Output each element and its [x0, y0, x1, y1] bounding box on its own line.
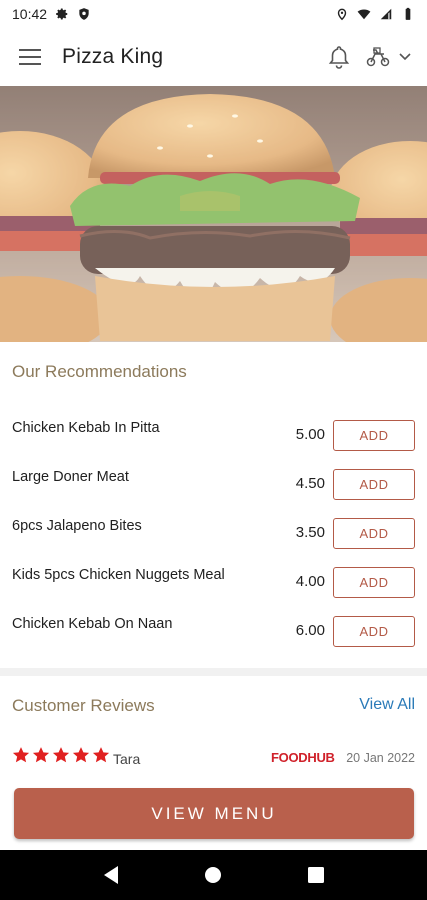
app-bar: Pizza King [0, 28, 427, 86]
item-name: 6pcs Jalapeno Bites [12, 518, 142, 534]
item-name: Large Doner Meat [12, 469, 129, 485]
wifi-icon [357, 7, 371, 21]
status-time: 10:42 [12, 6, 48, 22]
delivery-icon [365, 46, 391, 68]
recommendation-item: Chicken Kebab In Pitta 5.00 ADD [0, 420, 427, 454]
item-price: 6.00 [295, 622, 325, 639]
location-icon [335, 7, 349, 21]
star-icon [12, 747, 30, 763]
add-button[interactable]: ADD [333, 616, 415, 647]
home-icon[interactable] [198, 860, 228, 890]
star-icon [72, 747, 90, 763]
item-name: Kids 5pcs Chicken Nuggets Meal [12, 567, 225, 583]
add-button[interactable]: ADD [333, 420, 415, 451]
section-divider [0, 668, 427, 676]
reviews-title: Customer Reviews [12, 696, 155, 715]
add-button[interactable]: ADD [333, 567, 415, 598]
star-icon [52, 747, 70, 763]
star-icon [92, 747, 110, 763]
chevron-down-icon [399, 53, 411, 61]
add-button[interactable]: ADD [333, 518, 415, 549]
customer-reviews-section: Customer Reviews View All Tara FOODHUB 2… [0, 676, 427, 788]
item-price: 4.50 [295, 475, 325, 492]
item-price: 4.00 [295, 573, 325, 590]
reviewer-name: Tara [113, 751, 141, 767]
bell-icon[interactable] [327, 44, 351, 70]
item-price: 3.50 [295, 524, 325, 541]
star-icon [32, 747, 50, 763]
recommendations-section: Our Recommendations Chicken Kebab In Pit… [0, 342, 427, 668]
delivery-mode-selector[interactable] [365, 46, 411, 68]
view-all-link[interactable]: View All [359, 696, 415, 714]
view-menu-button[interactable]: VIEW MENU [14, 788, 414, 839]
item-price: 5.00 [295, 426, 325, 443]
item-name: Chicken Kebab On Naan [12, 616, 173, 632]
recents-icon[interactable] [301, 860, 331, 890]
back-icon[interactable] [96, 860, 126, 890]
item-name: Chicken Kebab In Pitta [12, 420, 160, 436]
hero-image [0, 86, 427, 342]
foodhub-logo: FOODHUB [271, 750, 335, 765]
page-title: Pizza King [62, 45, 164, 68]
recommendation-item: Chicken Kebab On Naan 6.00 ADD [0, 616, 427, 650]
recommendation-item: Kids 5pcs Chicken Nuggets Meal 4.00 ADD [0, 567, 427, 601]
recommendation-item: 6pcs Jalapeno Bites 3.50 ADD [0, 518, 427, 552]
system-nav-bar [0, 850, 427, 900]
review-date: 20 Jan 2022 [346, 751, 415, 765]
battery-icon [401, 7, 415, 21]
recommendations-title: Our Recommendations [12, 362, 187, 381]
signal-icon [379, 7, 393, 21]
shield-icon [77, 7, 91, 21]
status-bar: 10:42 [0, 0, 427, 28]
review-rating [12, 746, 110, 764]
recommendation-item: Large Doner Meat 4.50 ADD [0, 469, 427, 503]
add-button[interactable]: ADD [333, 469, 415, 500]
hamburger-menu-icon[interactable] [16, 43, 44, 71]
gear-icon [55, 7, 69, 21]
